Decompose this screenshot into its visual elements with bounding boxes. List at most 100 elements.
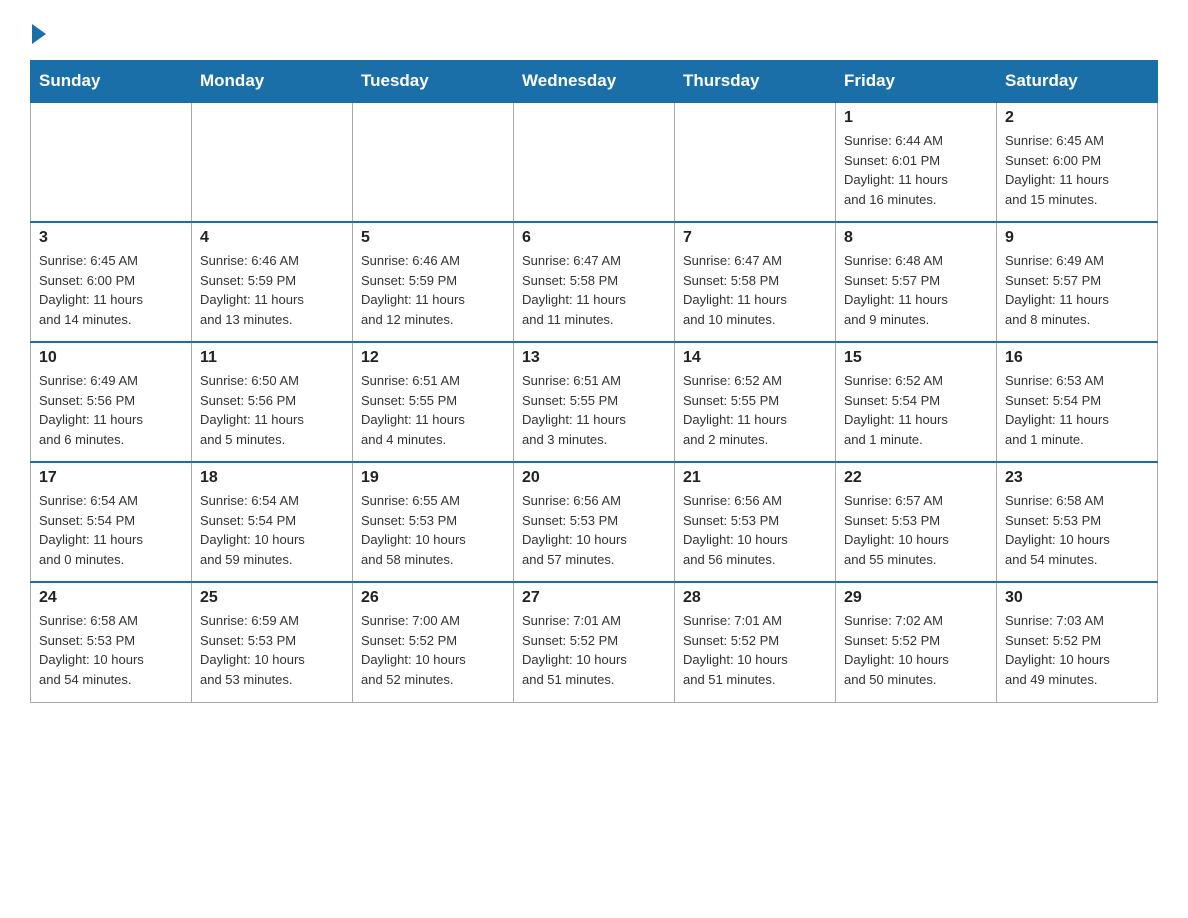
- day-info: Sunrise: 6:46 AM Sunset: 5:59 PM Dayligh…: [200, 251, 344, 329]
- calendar-week-row-1: 1 Sunrise: 6:44 AM Sunset: 6:01 PM Daylig…: [31, 102, 1158, 222]
- day-number: 1: [844, 109, 988, 127]
- weekday-header-monday: Monday: [192, 61, 353, 103]
- day-info: Sunrise: 6:57 AM Sunset: 5:53 PM Dayligh…: [844, 491, 988, 569]
- day-number: 17: [39, 469, 183, 487]
- calendar-cell: 8Sunrise: 6:48 AM Sunset: 5:57 PM Daylig…: [836, 222, 997, 342]
- calendar-cell: 13 Sunrise: 6:51 AM Sunset: 5:55 PM Dayli…: [514, 342, 675, 462]
- weekday-header-sunday: Sunday: [31, 61, 192, 103]
- logo: [30, 20, 46, 40]
- calendar-cell: [675, 102, 836, 222]
- day-info: Sunrise: 6:51 AM Sunset: 5:55 PM Dayligh…: [361, 371, 505, 449]
- calendar-cell: 26 Sunrise: 7:00 AM Sunset: 5:52 PM Dayli…: [353, 582, 514, 702]
- day-number: 19: [361, 469, 505, 487]
- day-info: Sunrise: 6:50 AM Sunset: 5:56 PM Dayligh…: [200, 371, 344, 449]
- calendar-cell: 16 Sunrise: 6:53 AM Sunset: 5:54 PM Dayli…: [997, 342, 1158, 462]
- day-number: 12: [361, 349, 505, 367]
- day-number: 15: [844, 349, 988, 367]
- day-info: Sunrise: 6:44 AM Sunset: 6:01 PM Dayligh…: [844, 131, 988, 209]
- calendar-cell: 5 Sunrise: 6:46 AM Sunset: 5:59 PM Daylig…: [353, 222, 514, 342]
- calendar-cell: 2 Sunrise: 6:45 AM Sunset: 6:00 PM Daylig…: [997, 102, 1158, 222]
- day-info: Sunrise: 7:01 AM Sunset: 5:52 PM Dayligh…: [683, 611, 827, 689]
- weekday-header-friday: Friday: [836, 61, 997, 103]
- calendar-cell: 21 Sunrise: 6:56 AM Sunset: 5:53 PM Dayli…: [675, 462, 836, 582]
- calendar-week-row-3: 10 Sunrise: 6:49 AM Sunset: 5:56 PM Dayli…: [31, 342, 1158, 462]
- calendar-cell: [353, 102, 514, 222]
- weekday-header-wednesday: Wednesday: [514, 61, 675, 103]
- day-info: Sunrise: 6:49 AM Sunset: 5:57 PM Dayligh…: [1005, 251, 1149, 329]
- day-info: Sunrise: 6:51 AM Sunset: 5:55 PM Dayligh…: [522, 371, 666, 449]
- calendar-cell: 4 Sunrise: 6:46 AM Sunset: 5:59 PM Daylig…: [192, 222, 353, 342]
- calendar-cell: 23Sunrise: 6:58 AM Sunset: 5:53 PM Dayli…: [997, 462, 1158, 582]
- day-number: 13: [522, 349, 666, 367]
- calendar-cell: 18Sunrise: 6:54 AM Sunset: 5:54 PM Dayli…: [192, 462, 353, 582]
- day-number: 24: [39, 589, 183, 607]
- calendar-cell: [192, 102, 353, 222]
- calendar-cell: 6 Sunrise: 6:47 AM Sunset: 5:58 PM Daylig…: [514, 222, 675, 342]
- calendar-cell: 20 Sunrise: 6:56 AM Sunset: 5:53 PM Dayli…: [514, 462, 675, 582]
- day-number: 28: [683, 589, 827, 607]
- day-info: Sunrise: 6:52 AM Sunset: 5:55 PM Dayligh…: [683, 371, 827, 449]
- day-number: 26: [361, 589, 505, 607]
- calendar-cell: 9 Sunrise: 6:49 AM Sunset: 5:57 PM Daylig…: [997, 222, 1158, 342]
- calendar-cell: 15 Sunrise: 6:52 AM Sunset: 5:54 PM Dayli…: [836, 342, 997, 462]
- day-number: 25: [200, 589, 344, 607]
- day-number: 21: [683, 469, 827, 487]
- logo-arrow-icon: [32, 24, 46, 44]
- calendar-week-row-5: 24Sunrise: 6:58 AM Sunset: 5:53 PM Dayli…: [31, 582, 1158, 702]
- day-info: Sunrise: 6:54 AM Sunset: 5:54 PM Dayligh…: [39, 491, 183, 569]
- day-info: Sunrise: 6:56 AM Sunset: 5:53 PM Dayligh…: [522, 491, 666, 569]
- day-number: 7: [683, 229, 827, 247]
- calendar-cell: 28 Sunrise: 7:01 AM Sunset: 5:52 PM Dayli…: [675, 582, 836, 702]
- day-number: 3: [39, 229, 183, 247]
- calendar-cell: 19 Sunrise: 6:55 AM Sunset: 5:53 PM Dayli…: [353, 462, 514, 582]
- day-info: Sunrise: 6:59 AM Sunset: 5:53 PM Dayligh…: [200, 611, 344, 689]
- day-info: Sunrise: 6:45 AM Sunset: 6:00 PM Dayligh…: [1005, 131, 1149, 209]
- day-info: Sunrise: 7:00 AM Sunset: 5:52 PM Dayligh…: [361, 611, 505, 689]
- day-number: 30: [1005, 589, 1149, 607]
- day-info: Sunrise: 6:55 AM Sunset: 5:53 PM Dayligh…: [361, 491, 505, 569]
- day-number: 11: [200, 349, 344, 367]
- day-info: Sunrise: 6:46 AM Sunset: 5:59 PM Dayligh…: [361, 251, 505, 329]
- day-info: Sunrise: 6:53 AM Sunset: 5:54 PM Dayligh…: [1005, 371, 1149, 449]
- calendar-cell: 14 Sunrise: 6:52 AM Sunset: 5:55 PM Dayli…: [675, 342, 836, 462]
- weekday-header-row: SundayMondayTuesdayWednesdayThursdayFrid…: [31, 61, 1158, 103]
- weekday-header-thursday: Thursday: [675, 61, 836, 103]
- day-number: 20: [522, 469, 666, 487]
- day-number: 5: [361, 229, 505, 247]
- day-number: 4: [200, 229, 344, 247]
- day-number: 16: [1005, 349, 1149, 367]
- calendar-cell: 30 Sunrise: 7:03 AM Sunset: 5:52 PM Dayli…: [997, 582, 1158, 702]
- day-info: Sunrise: 7:03 AM Sunset: 5:52 PM Dayligh…: [1005, 611, 1149, 689]
- weekday-header-saturday: Saturday: [997, 61, 1158, 103]
- calendar-cell: 29Sunrise: 7:02 AM Sunset: 5:52 PM Dayli…: [836, 582, 997, 702]
- day-info: Sunrise: 6:56 AM Sunset: 5:53 PM Dayligh…: [683, 491, 827, 569]
- day-number: 9: [1005, 229, 1149, 247]
- calendar-cell: 22Sunrise: 6:57 AM Sunset: 5:53 PM Dayli…: [836, 462, 997, 582]
- day-number: 27: [522, 589, 666, 607]
- day-info: Sunrise: 6:47 AM Sunset: 5:58 PM Dayligh…: [522, 251, 666, 329]
- day-info: Sunrise: 6:47 AM Sunset: 5:58 PM Dayligh…: [683, 251, 827, 329]
- day-info: Sunrise: 7:02 AM Sunset: 5:52 PM Dayligh…: [844, 611, 988, 689]
- day-info: Sunrise: 6:45 AM Sunset: 6:00 PM Dayligh…: [39, 251, 183, 329]
- calendar-table: SundayMondayTuesdayWednesdayThursdayFrid…: [30, 60, 1158, 703]
- day-number: 2: [1005, 109, 1149, 127]
- day-info: Sunrise: 7:01 AM Sunset: 5:52 PM Dayligh…: [522, 611, 666, 689]
- day-number: 6: [522, 229, 666, 247]
- calendar-cell: [31, 102, 192, 222]
- calendar-cell: 10 Sunrise: 6:49 AM Sunset: 5:56 PM Dayli…: [31, 342, 192, 462]
- calendar-cell: 1 Sunrise: 6:44 AM Sunset: 6:01 PM Daylig…: [836, 102, 997, 222]
- calendar-cell: [514, 102, 675, 222]
- day-number: 10: [39, 349, 183, 367]
- calendar-cell: 3 Sunrise: 6:45 AM Sunset: 6:00 PM Daylig…: [31, 222, 192, 342]
- calendar-cell: 11 Sunrise: 6:50 AM Sunset: 5:56 PM Dayli…: [192, 342, 353, 462]
- day-number: 18: [200, 469, 344, 487]
- day-number: 23: [1005, 469, 1149, 487]
- day-info: Sunrise: 6:52 AM Sunset: 5:54 PM Dayligh…: [844, 371, 988, 449]
- day-info: Sunrise: 6:49 AM Sunset: 5:56 PM Dayligh…: [39, 371, 183, 449]
- day-number: 14: [683, 349, 827, 367]
- calendar-week-row-2: 3 Sunrise: 6:45 AM Sunset: 6:00 PM Daylig…: [31, 222, 1158, 342]
- calendar-cell: 12 Sunrise: 6:51 AM Sunset: 5:55 PM Dayli…: [353, 342, 514, 462]
- page-header: [30, 20, 1158, 40]
- calendar-cell: 7 Sunrise: 6:47 AM Sunset: 5:58 PM Daylig…: [675, 222, 836, 342]
- calendar-cell: 17 Sunrise: 6:54 AM Sunset: 5:54 PM Dayli…: [31, 462, 192, 582]
